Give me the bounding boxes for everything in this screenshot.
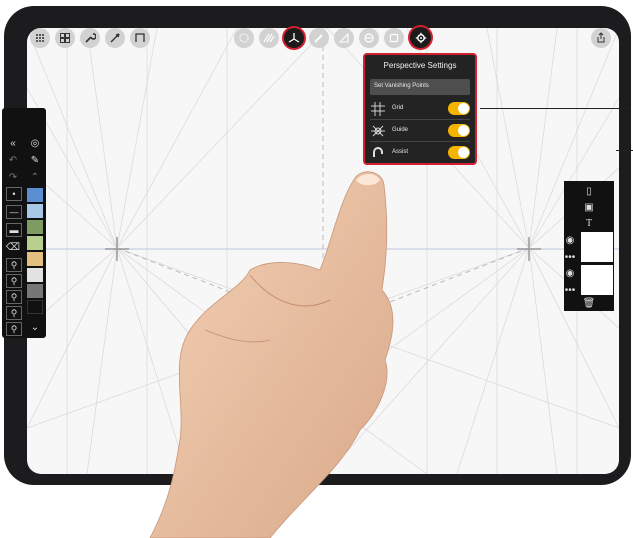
pointing-hand: [149, 171, 394, 538]
